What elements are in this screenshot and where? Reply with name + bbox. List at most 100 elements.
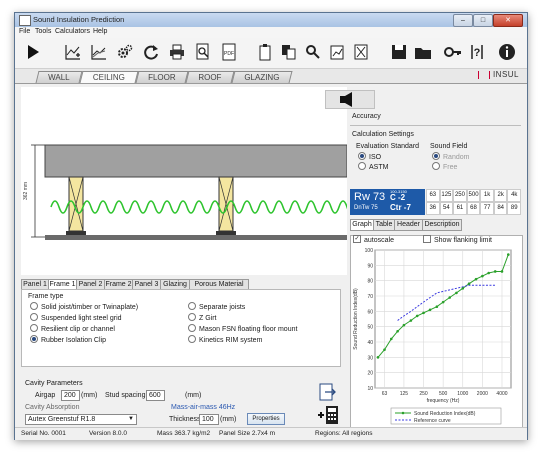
menu-file[interactable]: File — [19, 28, 30, 35]
radio-steel-grid[interactable]: Suspended light steel grid — [30, 313, 122, 322]
y-tick-label: 10 — [367, 386, 373, 392]
export-icon[interactable] — [319, 383, 337, 401]
data-point — [389, 337, 393, 341]
help-icon[interactable]: ? — [467, 42, 487, 62]
y-tick-label: 100 — [365, 248, 374, 254]
data-point — [487, 271, 490, 275]
rw-value: Rw 73 — [354, 191, 386, 203]
radio-resilient-clip[interactable]: Resilient clip or channel — [30, 324, 115, 333]
title-bar: Sound Insulation Prediction – □ ✕ — [15, 13, 527, 27]
x-tick-label: 2000 — [477, 391, 488, 397]
status-mass: Mass 363.7 kg/m2 — [157, 430, 211, 437]
copy-icon[interactable] — [279, 42, 299, 62]
cavity-title: Cavity Parameters — [25, 380, 83, 387]
status-bar: Serial No. 0001 Version 8.0.0 Mass 363.7… — [15, 427, 527, 440]
maximize-button[interactable]: □ — [473, 14, 493, 27]
menu-bar: File Tools Calculators Help — [15, 27, 527, 38]
print-preview-icon[interactable] — [193, 42, 213, 62]
print-icon[interactable] — [167, 42, 187, 62]
svg-text:?: ? — [474, 47, 481, 59]
data-point — [383, 348, 386, 351]
radio-kinetics-rim[interactable]: Kinetics RIM system — [188, 335, 262, 344]
accuracy-label: Accuracy — [352, 113, 381, 120]
x-axis-label: frequency (Hz) — [427, 398, 460, 404]
x-tick-label: 125 — [400, 391, 409, 397]
tab-header[interactable]: Header — [394, 219, 423, 231]
menu-calculators[interactable]: Calculators — [55, 28, 90, 35]
minimize-button[interactable]: – — [453, 14, 473, 27]
thickness-input[interactable]: 100 — [199, 414, 219, 425]
x-tick-label: 4000 — [496, 391, 507, 397]
play-icon[interactable] — [23, 42, 43, 62]
calculator-icon[interactable] — [317, 405, 339, 425]
mass-air-mass-label: Mass-air-mass 46Hz — [171, 404, 236, 411]
tab-description[interactable]: Description — [422, 219, 462, 231]
pdf-icon[interactable]: PDF — [219, 42, 239, 62]
tab-ceiling[interactable]: CEILING — [79, 71, 139, 83]
graph-compare-icon[interactable] — [89, 42, 109, 62]
band-value: 68 — [466, 202, 481, 215]
menu-tools[interactable]: Tools — [35, 28, 51, 35]
band-header: 250 — [453, 189, 467, 202]
radio-random[interactable]: Random — [432, 152, 469, 161]
rating-box: Rw 73 100-3150 C -2 DnTw 75 Ctr -7 — [350, 189, 425, 215]
tab-floor[interactable]: FLOOR — [135, 71, 189, 83]
data-point — [415, 314, 419, 318]
data-point — [474, 277, 478, 281]
audio-button[interactable] — [325, 90, 375, 109]
frame-type-title: Frame type — [28, 293, 64, 300]
tab-graph[interactable]: Graph — [350, 219, 374, 231]
svg-text:PDF: PDF — [224, 51, 234, 57]
band-value: 61 — [453, 202, 467, 215]
band-header: 125 — [439, 189, 454, 202]
data-point — [507, 253, 510, 256]
settings-icon[interactable] — [115, 42, 135, 62]
radio-z-girt[interactable]: Z Girt — [188, 313, 217, 322]
save-icon[interactable] — [389, 42, 409, 62]
y-tick-label: 70 — [367, 294, 373, 300]
flanking-checkbox[interactable]: Show flanking limit — [423, 235, 492, 244]
radio-rubber-clip[interactable]: Rubber Isolation Clip — [30, 335, 106, 344]
key-icon[interactable] — [443, 42, 463, 62]
tab-table[interactable]: Table — [373, 219, 395, 231]
clipboard-icon[interactable] — [255, 42, 275, 62]
tab-wall[interactable]: WALL — [35, 71, 83, 83]
window-title: Sound Insulation Prediction — [33, 15, 125, 24]
y-tick-label: 90 — [367, 263, 373, 269]
x-tick-label: 500 — [439, 391, 448, 397]
radio-separate-joists[interactable]: Separate joists — [188, 302, 245, 311]
band-value: 89 — [507, 202, 522, 215]
tab-roof[interactable]: ROOF — [185, 71, 235, 83]
toolbar: PDF ? — [15, 38, 527, 69]
stud-spacing-input[interactable]: 600 — [146, 390, 165, 401]
info-icon[interactable] — [497, 42, 517, 62]
report-icon[interactable] — [327, 42, 347, 62]
status-serial: Serial No. 0001 — [21, 430, 66, 437]
x-tick-label: 1000 — [457, 391, 468, 397]
c-value: C -2 — [390, 193, 406, 202]
clear-icon[interactable] — [351, 42, 371, 62]
properties-button[interactable]: Properties — [247, 413, 285, 425]
airgap-input[interactable]: 200 — [61, 390, 80, 401]
menu-help[interactable]: Help — [93, 28, 107, 35]
x-tick-label: 63 — [382, 391, 388, 397]
radio-iso[interactable]: ISO — [358, 152, 381, 161]
absorption-material-select[interactable]: Autex Greenstuf R1.8 ▼ — [25, 414, 137, 425]
legend-label: Sound Reduction Index(dB) — [414, 411, 476, 417]
data-point — [493, 270, 497, 273]
radio-astm[interactable]: ASTM — [358, 162, 388, 171]
radio-mason-fsn[interactable]: Mason FSN floating floor mount — [188, 324, 297, 333]
element-panel: Panel 1 Frame 1 Panel 2 Frame 2 Panel 3 … — [21, 279, 347, 425]
graph-area: ✓ autoscale Show flanking limit 10 20 30 40 5… — [350, 235, 523, 433]
dimension-label: 362 mm — [23, 182, 29, 200]
frame-type-group: Frame type Solid joist/timber or Twinapl… — [21, 289, 341, 367]
refresh-icon[interactable] — [141, 42, 161, 62]
tab-glazing[interactable]: GLAZING — [231, 71, 293, 83]
radio-solid-joist[interactable]: Solid joist/timber or Twinaplate) — [30, 302, 138, 311]
autoscale-checkbox[interactable]: ✓ autoscale — [353, 235, 394, 244]
close-button[interactable]: ✕ — [493, 14, 523, 27]
graph-add-icon[interactable] — [63, 42, 83, 62]
lookup-icon[interactable] — [303, 42, 323, 62]
open-folder-icon[interactable] — [413, 42, 433, 62]
radio-free[interactable]: Free — [432, 162, 457, 171]
